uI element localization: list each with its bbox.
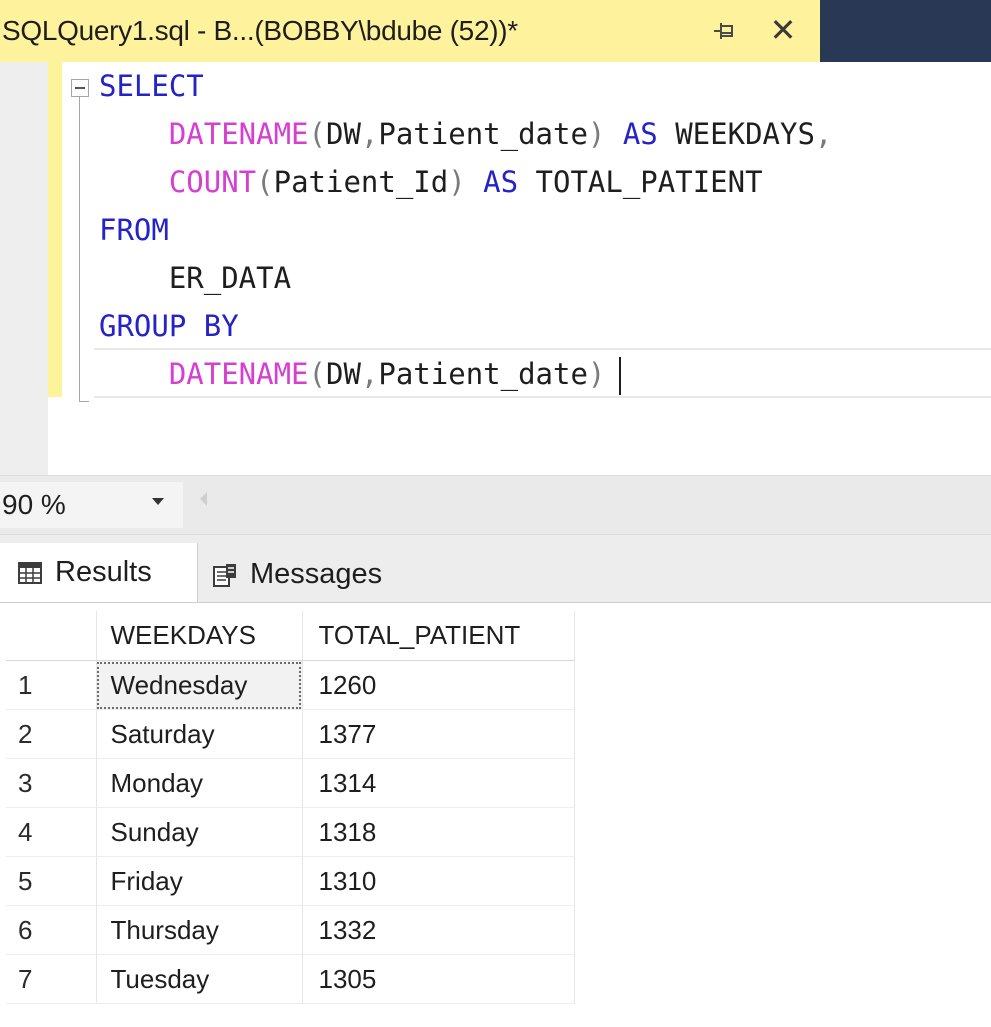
cell-weekday[interactable]: Monday (96, 758, 303, 808)
code-token: , (360, 357, 379, 391)
code-token: WEEKDAYS (657, 117, 815, 151)
zoom-dropdown[interactable]: 90 % (0, 482, 183, 528)
results-tab-strip: Results Messages (0, 535, 991, 602)
table-row[interactable]: 4 Sunday 1318 (6, 807, 575, 857)
code-token: ( (308, 357, 326, 391)
cell-total-patient[interactable]: 1310 (302, 856, 575, 906)
tab-messages-label: Messages (250, 558, 383, 590)
cell-weekday[interactable]: Tuesday (96, 954, 303, 1004)
fold-guide-end (79, 401, 89, 402)
query-document-tab[interactable]: SQLQuery1.sql - B...(BOBBY\bdube (52))* … (0, 0, 820, 62)
code-token: ) (587, 117, 606, 151)
table-row[interactable]: 5 Friday 1310 (6, 856, 575, 906)
column-header-total-patient[interactable]: TOTAL_PATIENT (302, 611, 575, 661)
row-number[interactable]: 5 (6, 856, 97, 906)
sql-editor[interactable]: SELECT DATENAME(DW,Patient_date) AS WEEK… (0, 62, 991, 475)
column-header-weekdays[interactable]: WEEKDAYS (96, 611, 303, 661)
code-line[interactable]: GROUP BY (99, 302, 239, 350)
code-token: SELECT (99, 69, 204, 103)
table-row[interactable]: 1 Wednesday 1260 (6, 660, 575, 710)
zoom-value: 90 % (2, 489, 66, 520)
grid-icon (18, 561, 42, 584)
fold-guide-line (79, 97, 80, 402)
table-row[interactable]: 6 Thursday 1332 (6, 905, 575, 955)
cell-total-patient[interactable]: 1318 (302, 807, 575, 857)
table-row[interactable]: 7 Tuesday 1305 (6, 954, 575, 1004)
code-token: DW (326, 357, 361, 391)
results-grid: WEEKDAYS TOTAL_PATIENT 1 Wednesday 1260 2 Sa… (6, 611, 575, 1004)
code-token: ( (256, 165, 274, 199)
row-number[interactable]: 2 (6, 709, 97, 759)
code-line[interactable]: COUNT(Patient_Id) AS TOTAL_PATIENT (99, 158, 763, 206)
cell-total-patient[interactable]: 1314 (302, 758, 575, 808)
cell-weekday[interactable]: Sunday (96, 807, 303, 857)
code-token: DATENAME (168, 357, 309, 391)
collapse-icon[interactable] (71, 79, 89, 97)
cell-weekday[interactable]: Wednesday (96, 660, 303, 710)
tab-results-label: Results (55, 556, 152, 588)
text-caret (619, 357, 622, 395)
document-tab-bar: SQLQuery1.sql - B...(BOBBY\bdube (52))* … (0, 0, 991, 62)
cell-weekday[interactable]: Friday (96, 856, 303, 906)
row-number[interactable]: 6 (6, 905, 97, 955)
code-token: DW (326, 117, 361, 151)
cell-total-patient[interactable]: 1305 (302, 954, 575, 1004)
cell-weekday[interactable]: Thursday (96, 905, 303, 955)
row-number-header[interactable] (6, 611, 97, 661)
code-token: TOTAL_PATIENT (518, 165, 763, 199)
code-token: ) (587, 357, 606, 391)
cell-total-patient[interactable]: 1377 (302, 709, 575, 759)
messages-icon (213, 563, 236, 587)
code-line[interactable]: ER_DATA (99, 254, 291, 302)
code-line[interactable]: SELECT (99, 62, 204, 110)
code-token: , (814, 117, 833, 151)
code-token: ER_DATA (99, 261, 292, 295)
tab-messages[interactable]: Messages (198, 547, 438, 602)
code-line[interactable]: DATENAME(DW,Patient_date) AS WEEKDAYS, (99, 110, 833, 158)
code-token: DATENAME (168, 117, 309, 151)
table-row[interactable]: 2 Saturday 1377 (6, 709, 575, 759)
zoom-bar: 90 % (0, 475, 991, 535)
code-token: AS (483, 165, 519, 199)
code-token: AS (622, 117, 658, 151)
code-token: Patient_date (378, 357, 588, 391)
tab-results[interactable]: Results (0, 543, 198, 602)
code-token: FROM (99, 213, 169, 247)
table-row[interactable]: 3 Monday 1314 (6, 758, 575, 808)
scroll-left-icon[interactable] (200, 492, 207, 506)
editor-gutter (0, 62, 48, 475)
pin-icon[interactable] (712, 18, 738, 44)
results-grid-area: WEEKDAYS TOTAL_PATIENT 1 Wednesday 1260 2 Sa… (0, 602, 991, 1027)
chevron-down-icon (152, 498, 164, 505)
row-number[interactable]: 4 (6, 807, 97, 857)
cell-total-patient[interactable]: 1260 (302, 660, 575, 710)
row-number[interactable]: 1 (6, 660, 97, 710)
grid-header-row: WEEKDAYS TOTAL_PATIENT (6, 611, 575, 661)
code-token: Patient_Id (273, 165, 449, 199)
code-token: COUNT (168, 165, 257, 199)
code-line[interactable]: DATENAME(DW,Patient_date) (99, 350, 622, 398)
close-icon[interactable]: ✕ (766, 13, 800, 47)
tab-title: SQLQuery1.sql - B...(BOBBY\bdube (52))* (2, 15, 518, 46)
row-number[interactable]: 7 (6, 954, 97, 1004)
row-number[interactable]: 3 (6, 758, 97, 808)
code-token: ( (308, 117, 326, 151)
cell-total-patient[interactable]: 1332 (302, 905, 575, 955)
change-tracking-bar (48, 62, 62, 397)
code-token: GROUP BY (99, 309, 239, 343)
code-token: ) (448, 165, 466, 199)
code-token: Patient_date (378, 117, 588, 151)
code-token: , (360, 117, 379, 151)
cell-weekday[interactable]: Saturday (96, 709, 303, 759)
code-line[interactable]: FROM (99, 206, 169, 254)
